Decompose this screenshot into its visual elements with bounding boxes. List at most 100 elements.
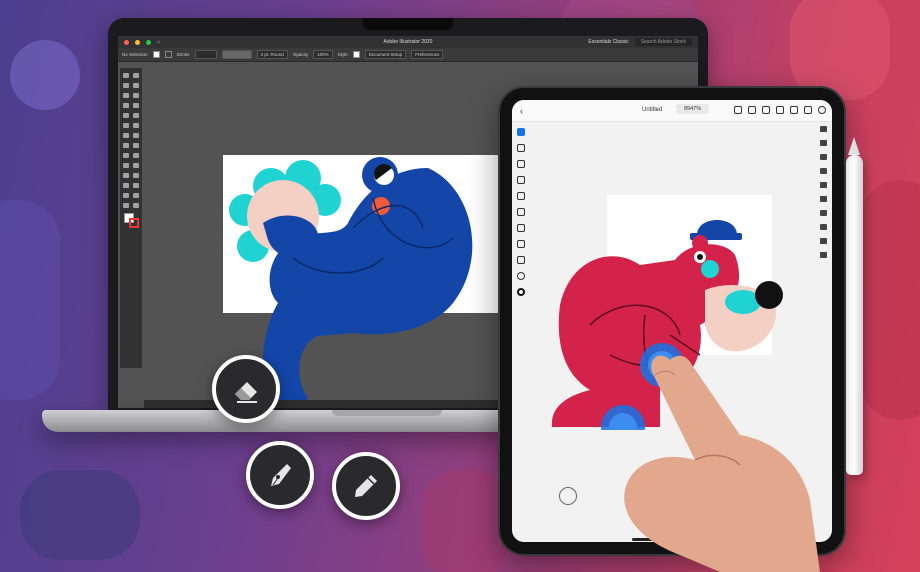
pencil-tip (848, 137, 860, 155)
layers-panel-icon[interactable] (819, 126, 827, 132)
fill-swatch[interactable] (152, 51, 160, 58)
cloud-icon[interactable] (790, 106, 798, 114)
selection-tool-icon[interactable] (517, 128, 525, 136)
symbols-icon[interactable] (819, 238, 827, 244)
rectangle-tool-icon[interactable] (123, 113, 130, 118)
fill-stroke-swatches[interactable] (122, 211, 140, 230)
distribute-icon[interactable] (819, 210, 827, 216)
type-tool-icon[interactable] (123, 103, 130, 108)
back-icon[interactable]: ‹ (520, 106, 523, 116)
stroke-weight-field[interactable] (194, 50, 217, 59)
pencil-tool-icon[interactable] (123, 123, 130, 128)
gradient-tool-icon[interactable] (132, 163, 139, 168)
zoom-tool-icon[interactable] (132, 203, 139, 208)
redo-icon[interactable] (748, 106, 756, 114)
fill-color-icon[interactable] (517, 272, 525, 280)
slice-tool-icon[interactable] (132, 193, 139, 198)
properties-icon[interactable] (819, 140, 827, 146)
direct-selection-tool-icon[interactable] (517, 144, 525, 152)
pencil-tool-badge[interactable] (332, 452, 400, 520)
stylus-pencil (846, 137, 863, 475)
undo-icon[interactable] (734, 106, 742, 114)
background-shape (790, 0, 890, 100)
stroke-label: Stroke (176, 52, 190, 57)
control-bar: No Selection Stroke 3 pt. Round Opacity … (118, 48, 698, 62)
eraser-tool-icon[interactable] (132, 123, 139, 128)
pencil-icon (349, 469, 383, 503)
stroke-color-icon[interactable] (517, 288, 525, 296)
background-shape (860, 180, 920, 420)
background-shape (20, 470, 140, 560)
background-shape (420, 470, 510, 572)
selection-tool-icon[interactable] (123, 73, 130, 78)
image-tool-icon[interactable] (517, 256, 525, 264)
touch-shortcut-icon[interactable] (762, 106, 770, 114)
stock-search-input[interactable]: Search Adobe Stock (634, 38, 692, 46)
pencil-tool-icon[interactable] (517, 176, 525, 184)
ipad-topbar: ‹ Untitled 8947% (512, 100, 832, 122)
color-well[interactable] (559, 487, 577, 505)
background-shape (0, 200, 60, 400)
document-setup-button[interactable]: Document Setup (364, 50, 407, 59)
repeat-icon[interactable] (819, 224, 827, 230)
lasso-tool-icon[interactable] (132, 83, 139, 88)
eraser-icon (229, 372, 263, 406)
blend-tool-icon[interactable] (132, 173, 139, 178)
eyedropper-tool-icon[interactable] (123, 173, 130, 178)
hand-illustration (624, 355, 820, 572)
paintbrush-tool-icon[interactable] (132, 113, 139, 118)
line-tool-icon[interactable] (132, 103, 139, 108)
direct-selection-tool-icon[interactable] (132, 73, 139, 78)
style-swatch[interactable] (352, 51, 360, 58)
appearance-icon[interactable] (819, 154, 827, 160)
background-shape (10, 40, 80, 110)
pen-tool-icon[interactable] (123, 93, 130, 98)
layers-icon[interactable] (804, 106, 812, 114)
opacity-label: Opacity (292, 52, 309, 57)
shape-builder-tool-icon[interactable] (123, 153, 130, 158)
ipad-properties-bar (817, 126, 829, 296)
hand-tool-icon[interactable] (123, 203, 130, 208)
home-icon[interactable]: ⌂ (157, 39, 160, 45)
mesh-tool-icon[interactable] (123, 163, 130, 168)
pen-tool-icon[interactable] (517, 160, 525, 168)
curvature-tool-icon[interactable] (132, 93, 139, 98)
crop-tool-icon[interactable] (517, 240, 525, 248)
minimize-window-button[interactable] (135, 39, 140, 45)
opacity-field[interactable]: 100% (313, 50, 333, 59)
share-icon[interactable] (776, 106, 784, 114)
zoom-level[interactable]: 8947% (676, 104, 710, 114)
shape-tool-icon[interactable] (517, 208, 525, 216)
preferences-button[interactable]: Preferences (411, 50, 444, 59)
transform-icon[interactable] (819, 168, 827, 174)
brush-dropdown[interactable]: 3 pt. Round (256, 50, 288, 59)
pen-tool-badge[interactable] (246, 441, 314, 509)
close-window-button[interactable] (124, 39, 129, 45)
laptop-lip (332, 410, 442, 416)
align-icon[interactable] (819, 182, 827, 188)
selection-status: No Selection (122, 52, 148, 57)
eraser-tool-icon[interactable] (517, 192, 525, 200)
document-title: Untitled (642, 107, 663, 113)
eraser-badge[interactable] (212, 355, 280, 423)
pathfinder-icon[interactable] (819, 196, 827, 202)
type-tool-icon[interactable] (517, 224, 525, 232)
width-tool-icon[interactable] (123, 143, 130, 148)
free-transform-tool-icon[interactable] (132, 143, 139, 148)
stroke-swatch[interactable] (164, 51, 172, 58)
artboard-tool-icon[interactable] (123, 193, 130, 198)
export-icon[interactable] (819, 252, 827, 258)
variable-width-dropdown[interactable] (221, 50, 252, 59)
rotate-tool-icon[interactable] (123, 133, 130, 138)
maximize-window-button[interactable] (146, 39, 151, 45)
ipad-toolbar (514, 124, 528, 314)
workspace-switcher[interactable]: Essentials Classic (588, 39, 628, 45)
perspective-grid-tool-icon[interactable] (132, 153, 139, 158)
graph-tool-icon[interactable] (132, 183, 139, 188)
symbol-sprayer-tool-icon[interactable] (123, 183, 130, 188)
scale-tool-icon[interactable] (132, 133, 139, 138)
style-label: Style (337, 52, 348, 57)
illustrator-toolbar (120, 68, 142, 368)
magic-wand-tool-icon[interactable] (123, 83, 130, 88)
settings-icon[interactable] (818, 106, 826, 114)
